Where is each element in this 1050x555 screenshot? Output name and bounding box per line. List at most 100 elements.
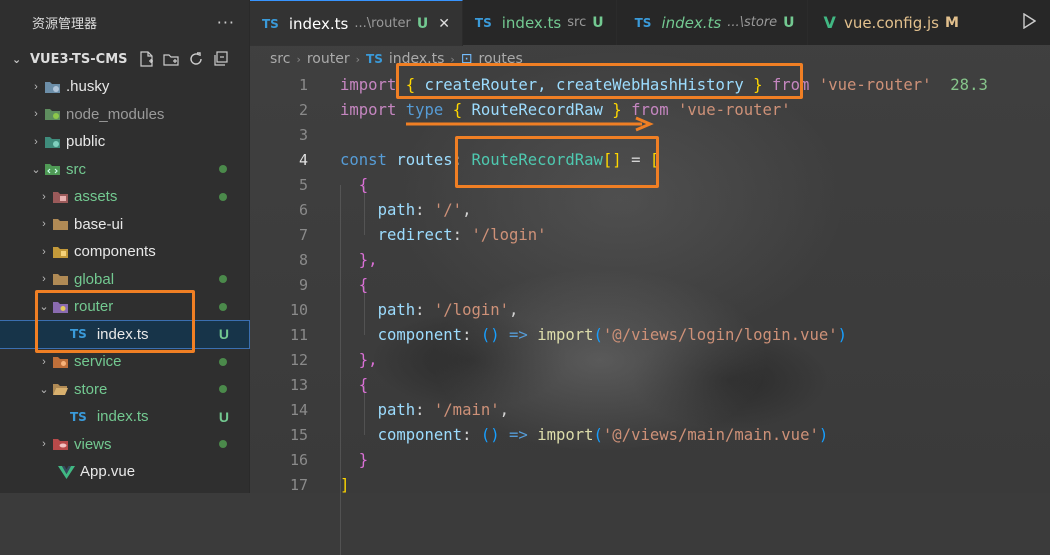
- tree-item-src[interactable]: ⌄ src: [0, 156, 249, 184]
- project-name: VUE3-TS-CMS: [30, 51, 128, 67]
- tree-item-base-ui[interactable]: › base-ui: [0, 211, 249, 239]
- token: ,: [462, 200, 472, 219]
- chevron-down-icon: ⌄: [39, 383, 49, 396]
- token: path: [377, 300, 416, 319]
- more-actions-icon[interactable]: ···: [217, 13, 235, 32]
- vue-file-icon: [58, 465, 80, 479]
- line-number: 3: [298, 125, 308, 144]
- line-number: 10: [289, 300, 308, 319]
- token: import: [537, 325, 594, 344]
- token: (): [480, 425, 500, 444]
- tree-item-store[interactable]: ⌄ store: [0, 376, 249, 404]
- tree-item-husky[interactable]: › .husky: [0, 73, 249, 101]
- chevron-right-icon: ›: [42, 190, 46, 203]
- tree-item-label: node_modules: [66, 105, 165, 123]
- annotation-box-imports: [396, 63, 803, 99]
- chevron-right-icon: ›: [42, 273, 46, 286]
- token: '/login': [471, 225, 547, 244]
- token: routes: [396, 150, 453, 169]
- close-icon[interactable]: ✕: [438, 16, 450, 32]
- editor-tabs: TS index.ts ...\router U ✕ TS index.ts s…: [250, 0, 1050, 46]
- token: ,: [499, 400, 510, 419]
- code-line: 16 }: [250, 447, 368, 472]
- token: :: [452, 225, 472, 244]
- tab-status: U: [783, 14, 795, 31]
- tree-item-label: index.ts: [96, 408, 149, 426]
- tab-router-index-ts[interactable]: TS index.ts ...\router U ✕: [250, 0, 463, 46]
- token: '/login': [433, 300, 510, 319]
- new-folder-icon[interactable]: [162, 51, 180, 68]
- token: redirect: [377, 225, 453, 244]
- import-size-hint: 28.3: [950, 75, 988, 94]
- token: {: [358, 375, 369, 394]
- token: 'vue-router': [818, 75, 932, 94]
- git-status-dot: [219, 192, 227, 201]
- git-status-dot: [219, 302, 227, 311]
- tree-item-assets[interactable]: › assets: [0, 183, 249, 211]
- folder-components-icon: [52, 245, 74, 259]
- code-line: 5 {: [250, 172, 368, 197]
- code-text: }: [340, 451, 368, 469]
- token: (): [480, 325, 500, 344]
- token: ,: [509, 300, 519, 319]
- token: {: [358, 175, 369, 194]
- token: :: [415, 400, 434, 419]
- code-line: 13 {: [250, 372, 368, 397]
- token: 'vue-router': [678, 100, 791, 119]
- line-number: 2: [298, 100, 308, 119]
- new-file-icon[interactable]: [138, 51, 155, 68]
- git-untracked-badge: U: [218, 408, 229, 425]
- tree-item-views[interactable]: › views: [0, 431, 249, 459]
- tab-src-index-ts[interactable]: TS index.ts src U: [463, 0, 617, 45]
- tree-item-components[interactable]: › components: [0, 238, 249, 266]
- token: component: [377, 425, 463, 444]
- tab-store-index-ts[interactable]: TS index.ts ...\store U: [617, 0, 808, 45]
- chevron-down-icon: ⌄: [31, 163, 41, 176]
- tree-item-label: assets: [74, 188, 118, 206]
- code-text: component: () => import('@/views/main/ma…: [340, 425, 829, 444]
- code-line: 7 redirect: '/login': [250, 222, 547, 247]
- chevron-right-icon: ›: [34, 80, 38, 93]
- project-root[interactable]: ⌄ VUE3-TS-CMS: [0, 45, 249, 73]
- run-icon[interactable]: [1022, 12, 1037, 33]
- code-text: },: [340, 351, 378, 369]
- tree-item-store-index-ts[interactable]: TS index.ts U: [0, 403, 249, 431]
- line-number: 13: [289, 375, 308, 394]
- tree-item-label: App.vue: [80, 463, 136, 481]
- breadcrumb-src[interactable]: src: [270, 51, 290, 67]
- code-line: 8 },: [250, 247, 378, 272]
- tree-item-app-vue[interactable]: App.vue: [0, 458, 249, 486]
- code-text: path: '/login',: [340, 300, 519, 319]
- line-number: 15: [289, 425, 308, 444]
- token: const: [340, 150, 387, 169]
- typescript-file-icon: TS: [262, 16, 279, 31]
- folder-icon: [52, 272, 74, 286]
- chevron-right-icon: ›: [42, 218, 46, 231]
- tab-vue-config-js[interactable]: V vue.config.js M: [808, 0, 971, 45]
- collapse-all-icon[interactable]: [213, 51, 230, 68]
- chevron-right-icon: ›: [42, 438, 46, 451]
- tree-item-public[interactable]: › public: [0, 128, 249, 156]
- typescript-file-icon: TS: [70, 409, 87, 424]
- annotation-box-router-folder: [35, 290, 195, 353]
- tab-status: U: [416, 15, 429, 32]
- tree-item-node-modules[interactable]: › node_modules: [0, 101, 249, 129]
- refresh-icon[interactable]: [188, 51, 205, 68]
- token: '/': [433, 200, 463, 219]
- folder-open-icon: [52, 382, 74, 396]
- code-line: 11 component: () => import('@/views/logi…: [250, 322, 847, 347]
- tab-dir: ...\store: [727, 15, 778, 30]
- annotation-box-type: [455, 136, 659, 188]
- token: ): [818, 425, 829, 444]
- tree-item-global[interactable]: › global: [0, 266, 249, 294]
- token: path: [377, 200, 416, 219]
- code-text: path: '/',: [340, 200, 472, 219]
- tab-dir: src: [567, 15, 587, 30]
- line-number: 12: [289, 350, 308, 369]
- chevron-right-icon: ›: [296, 52, 301, 66]
- token: ]: [340, 475, 350, 494]
- folder-views-icon: [52, 437, 74, 451]
- explorer-title: 资源管理器: [32, 17, 98, 32]
- breadcrumb-router[interactable]: router: [307, 51, 350, 67]
- git-status-dot: [219, 165, 227, 174]
